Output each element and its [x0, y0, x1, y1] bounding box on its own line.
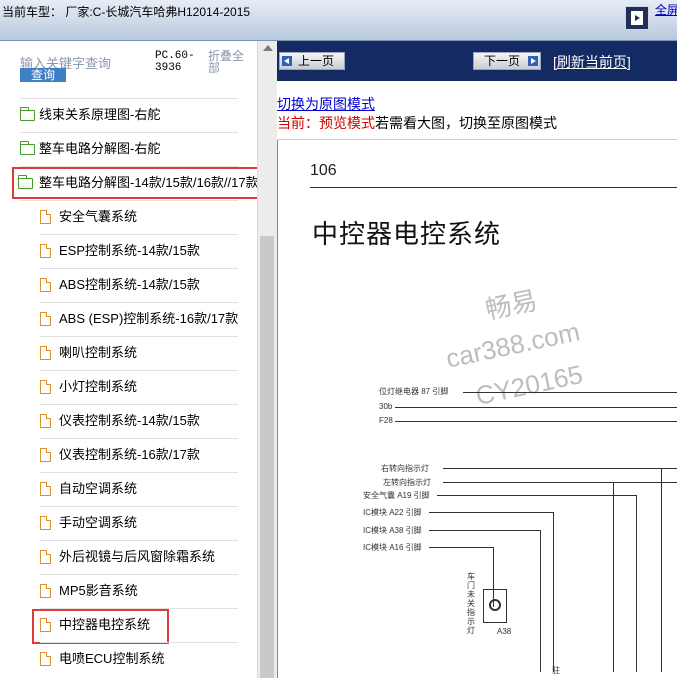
document-icon	[40, 244, 51, 258]
document-icon	[40, 482, 51, 496]
page-nav-bar: 上一页 下一页 [刷新当前页]	[277, 41, 677, 81]
tree-item-small-light[interactable]: 小灯控制系统	[59, 370, 137, 404]
document-icon	[40, 550, 51, 564]
switch-original-mode-link[interactable]: 切换为原图模式	[277, 94, 375, 114]
diagram-label: A38	[497, 627, 512, 636]
wire	[553, 512, 554, 672]
diagram-label: 车门未关指示灯	[467, 572, 475, 635]
tree-item-mp5[interactable]: MP5影音系统	[59, 574, 138, 608]
diagram-label: IC模块 A16 引脚	[363, 543, 422, 552]
fullscreen-icon	[631, 11, 643, 25]
scroll-thumb[interactable]	[260, 236, 274, 678]
wire	[613, 482, 614, 672]
prev-page-label: 上一页	[298, 54, 335, 68]
query-button[interactable]: 查询	[20, 68, 66, 82]
diagram-label: IC模块 A22 引脚	[363, 508, 422, 517]
page-number: 106	[310, 162, 337, 179]
diagram-label: 30b	[379, 402, 393, 411]
tree-item-instrument-14-15[interactable]: 仪表控制系统-14款/15款	[59, 404, 200, 438]
scroll-up-arrow-icon[interactable]	[263, 45, 273, 51]
tree-item-efi-ecu[interactable]: 电喷ECU控制系统	[59, 642, 164, 676]
watermark-text: CY20165	[472, 359, 586, 411]
top-bar: 当前车型： 厂家:C-长城汽车哈弗H12014-2015 全屏菜单	[0, 0, 677, 41]
folder-icon	[20, 141, 35, 155]
document-icon	[40, 278, 51, 292]
document-icon	[40, 312, 51, 326]
wire	[443, 468, 677, 469]
viewer-panel: 上一页 下一页 [刷新当前页] 切换为原图模式 当前：预览模式若需看大图，切换至…	[277, 41, 677, 678]
wire	[429, 530, 541, 531]
tree-scrollbar[interactable]	[257, 41, 277, 678]
tree-panel: 输入关键字查询 查询 PC.60-3936 折叠全部 线束关系原理图-右舵 整车…	[0, 41, 276, 678]
highlight-box	[32, 609, 169, 644]
wire	[395, 421, 677, 422]
document-icon	[40, 380, 51, 394]
tree-item-mirror-defrost[interactable]: 外后视镜与后风窗除霜系统	[59, 540, 215, 574]
tree-item-abs-esp-16-17[interactable]: ABS (ESP)控制系统-16款/17款	[59, 302, 238, 336]
wire	[437, 495, 637, 496]
highlight-box	[12, 167, 264, 199]
diagram-label: 左转向指示灯	[383, 478, 431, 487]
fullscreen-button[interactable]	[625, 6, 649, 30]
preview-mode-notice: 当前：预览模式若需看大图，切换至原图模式	[277, 113, 557, 133]
wire	[429, 547, 494, 548]
arrow-right-icon	[528, 56, 538, 66]
diagram-label: F28	[379, 416, 393, 425]
preview-mode-label: 当前：预览模式	[277, 115, 375, 131]
wire	[540, 530, 541, 672]
tree-item-abs-14-15[interactable]: ABS控制系统-14款/15款	[59, 268, 200, 302]
wire	[463, 392, 677, 393]
wire	[636, 495, 637, 672]
diagram-label: 位灯继电器 87 引脚	[379, 387, 449, 396]
wire	[429, 512, 554, 513]
document-page: 106 中控器电控系统 畅易 car388.com CY20165 位灯继电器 …	[277, 139, 677, 678]
tree-item-auto-ac[interactable]: 自动空调系统	[59, 472, 137, 506]
document-icon	[40, 210, 51, 224]
page-header-rule	[310, 187, 677, 188]
diagram-label: 右转向指示灯	[381, 464, 429, 473]
fullscreen-menu-link[interactable]: 全屏菜单	[655, 3, 677, 17]
tree-item-manual-ac[interactable]: 手动空调系统	[59, 506, 137, 540]
page-title: 中控器电控系统	[312, 219, 502, 249]
diagram-label: IC模块 A38 引脚	[363, 526, 422, 535]
document-icon	[40, 346, 51, 360]
wire	[395, 407, 677, 408]
document-icon	[40, 584, 51, 598]
tree-item-instrument-16-17[interactable]: 仪表控制系统-16款/17款	[59, 438, 200, 472]
tree-folder-wiring-relation-rhd[interactable]: 线束关系原理图-右舵	[39, 98, 160, 132]
preview-mode-hint: 若需看大图，切换至原图模式	[375, 115, 557, 131]
collapse-all-button[interactable]: 折叠全部	[208, 50, 248, 74]
tree-item-horn[interactable]: 喇叭控制系统	[59, 336, 137, 370]
folder-icon	[20, 107, 35, 121]
arrow-left-icon	[282, 56, 292, 66]
pc-code-label: PC.60-3936	[155, 50, 195, 74]
document-icon	[40, 414, 51, 428]
lamp-icon	[489, 599, 501, 611]
wire	[443, 482, 677, 483]
tree-item-esp-14-15[interactable]: ESP控制系统-14款/15款	[59, 234, 200, 268]
lamp-symbol	[483, 589, 507, 623]
next-page-label: 下一页	[484, 54, 521, 68]
diagram-label: 驻	[552, 666, 560, 675]
refresh-page-link[interactable]: [刷新当前页]	[553, 52, 631, 72]
document-icon	[40, 516, 51, 530]
document-icon	[40, 652, 51, 666]
tree-folder-circuit-breakdown-rhd[interactable]: 整车电路分解图-右舵	[39, 132, 160, 166]
prev-page-button[interactable]: 上一页	[279, 52, 345, 70]
tree-item-airbag[interactable]: 安全气囊系统	[59, 200, 137, 234]
document-icon	[40, 448, 51, 462]
watermark-text: 畅易	[482, 284, 540, 326]
current-car-model: 当前车型： 厂家:C-长城汽车哈弗H12014-2015	[2, 5, 251, 19]
diagram-label: 安全气囊 A19 引脚	[363, 491, 430, 500]
next-page-button[interactable]: 下一页	[473, 52, 541, 70]
wire	[661, 468, 662, 672]
